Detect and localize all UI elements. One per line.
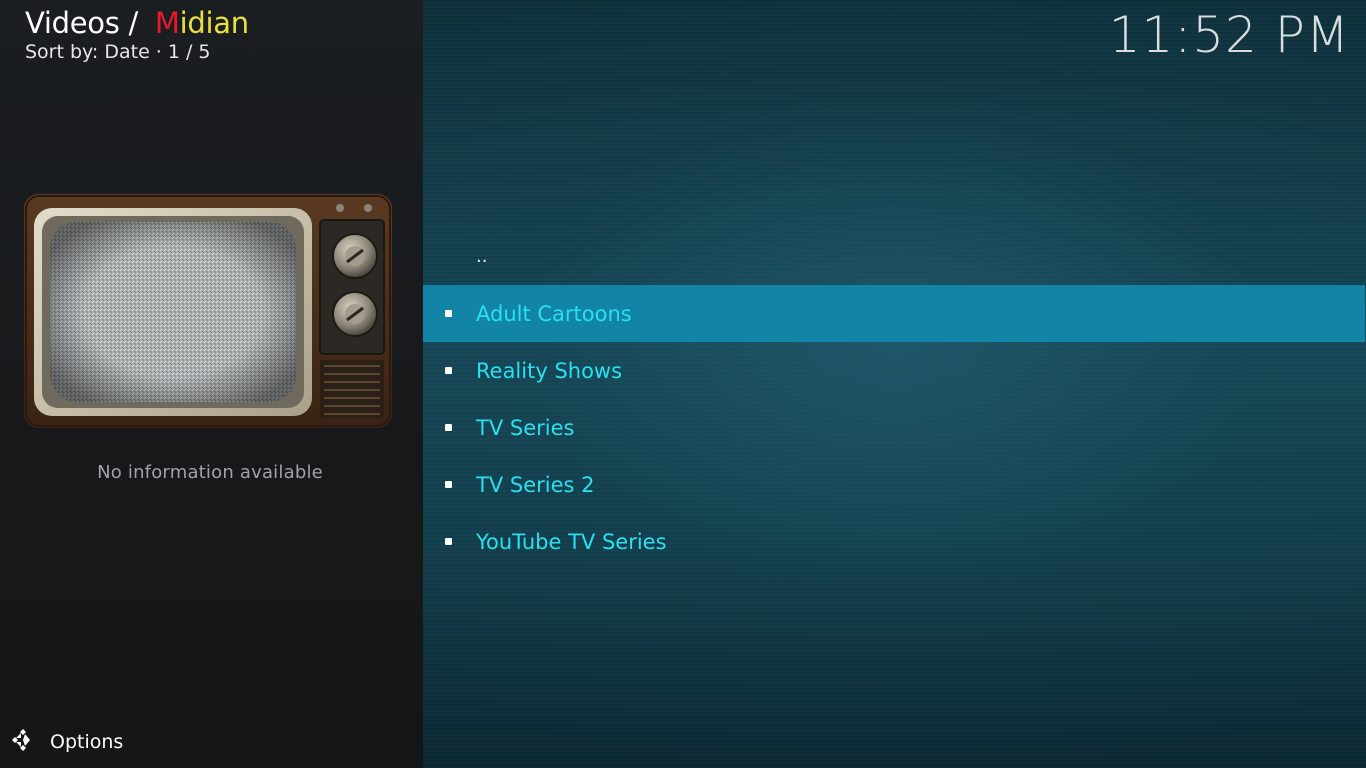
breadcrumb: Videos / Midian [25, 4, 249, 42]
options-label: Options [50, 731, 124, 753]
bullet-icon [445, 424, 452, 431]
list-item-label: Adult Cartoons [476, 301, 632, 326]
parent-folder-label: .. [476, 246, 488, 267]
list-item-reality-shows[interactable]: Reality Shows [423, 342, 1366, 399]
breadcrumb-addon-initial: M [154, 6, 180, 40]
kodi-window: Videos / Midian Sort by: Date · 1 / 5 No… [0, 0, 1366, 768]
sort-info: Sort by: Date · 1 / 5 [25, 40, 210, 64]
sort-label: Sort by: Date [25, 41, 150, 63]
list-item-tv-series-2[interactable]: TV Series 2 [423, 456, 1366, 513]
list-item-adult-cartoons[interactable]: Adult Cartoons [423, 285, 1365, 342]
bullet-icon [445, 538, 452, 545]
content-panel: 11:52 PM .. Adult Cartoons Reality Shows… [423, 0, 1366, 768]
list-item-label: TV Series 2 [476, 472, 595, 497]
info-panel: Videos / Midian Sort by: Date · 1 / 5 No… [0, 0, 423, 768]
clock: 11:52 PM [1108, 6, 1350, 64]
list-item-parent-folder[interactable]: .. [423, 228, 1366, 285]
list-item-label: TV Series [476, 415, 575, 440]
breadcrumb-addon-name: idian [179, 6, 249, 40]
page-count: 1 / 5 [167, 41, 211, 63]
folder-list: .. Adult Cartoons Reality Shows TV Serie… [423, 228, 1366, 570]
bullet-icon [445, 481, 452, 488]
list-item-tv-series[interactable]: TV Series [423, 399, 1366, 456]
list-item-label: Reality Shows [476, 358, 623, 383]
separator: · [155, 41, 162, 63]
options-button[interactable]: Options [10, 728, 123, 756]
bullet-icon [445, 310, 452, 317]
list-item-youtube-tv-series[interactable]: YouTube TV Series [423, 513, 1366, 570]
retro-tv-icon [24, 194, 392, 428]
bullet-icon [445, 367, 452, 374]
no-info-text: No information available [97, 462, 323, 483]
options-icon [10, 727, 36, 757]
breadcrumb-section: Videos / [25, 6, 138, 40]
list-item-label: YouTube TV Series [476, 529, 667, 554]
